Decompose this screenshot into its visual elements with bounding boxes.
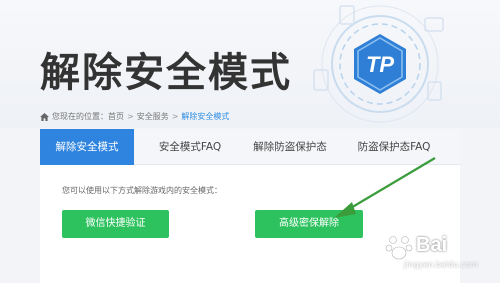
baidu-watermark: Bai jingyan.baidu.com: [382, 226, 498, 278]
watermark-url: jingyan.baidu.com: [404, 260, 478, 269]
breadcrumb-separator: >: [171, 112, 179, 121]
advanced-security-unlock-button[interactable]: 高级密保解除: [255, 210, 363, 238]
tab-unlock-antitheft[interactable]: 解除防盗保护态: [240, 129, 340, 165]
tp-logo-icon: TP: [313, 5, 444, 123]
home-icon: [40, 112, 49, 121]
breadcrumb-security-link[interactable]: 安全服务: [137, 111, 169, 122]
watermark-text: Bai: [416, 234, 448, 256]
breadcrumb: 您现在的位置： 首页 > 安全服务 > 解除安全模式: [40, 111, 229, 122]
tab-bar: 解除安全模式 安全模式FAQ 解除防盗保护态 防盗保护态FAQ: [40, 129, 460, 165]
page-title: 解除安全模式: [40, 50, 292, 96]
breadcrumb-separator: >: [127, 112, 134, 121]
tab-antitheft-faq[interactable]: 防盗保护态FAQ: [340, 129, 448, 165]
page: 解除安全模式 您现在的位置： 首页 > 安全服务 > 解除安全模式 TP 解除安…: [0, 0, 500, 283]
logo-text: TP: [366, 52, 394, 77]
hero-banner: 解除安全模式 您现在的位置： 首页 > 安全服务 > 解除安全模式 TP: [0, 0, 500, 128]
breadcrumb-home-link[interactable]: 首页: [108, 111, 124, 122]
wechat-verify-button[interactable]: 微信快捷验证: [62, 210, 169, 238]
tab-unlock-safe-mode[interactable]: 解除安全模式: [40, 129, 134, 165]
unlock-methods-hint: 您可以使用以下方式解除游戏内的安全模式：: [62, 186, 222, 195]
breadcrumb-current: 解除安全模式: [181, 112, 230, 121]
tab-safe-mode-faq[interactable]: 安全模式FAQ: [140, 129, 240, 165]
breadcrumb-prefix: 您现在的位置：: [52, 112, 108, 121]
paw-icon: [385, 236, 413, 260]
